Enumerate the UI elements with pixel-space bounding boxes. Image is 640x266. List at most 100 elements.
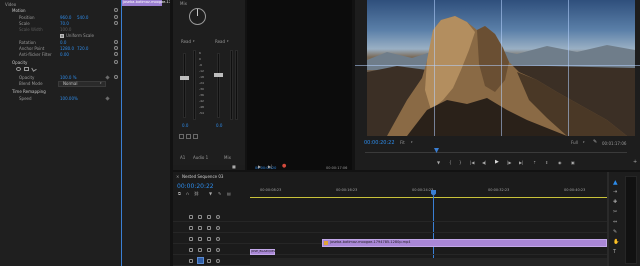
type-tool-icon[interactable]: T [613,250,616,255]
step-forward-icon[interactable]: |▶ [507,161,511,165]
lock-icon-v6[interactable] [189,215,193,219]
hand-tool-icon[interactable]: ✋ [613,240,619,245]
toggle-output-icon-v4[interactable] [207,237,211,241]
speed-value[interactable]: 100.00% [60,97,78,101]
motion-reset-icon[interactable] [114,8,118,12]
sequence-tab[interactable]: Nested Sequence 03 [182,175,223,179]
lift-icon[interactable]: ⇡ [533,161,536,165]
read-label-a[interactable]: Read [181,40,191,44]
time-remapping-label[interactable]: Time Remapping [12,90,46,94]
mask-rect-icon[interactable] [24,67,29,71]
position-x-value[interactable]: 960.0 [60,16,71,20]
anti-flicker-value[interactable]: 0.00 [60,53,69,57]
source-step-icon[interactable]: ▶| [268,165,272,169]
mark-in-icon[interactable]: { [449,161,452,165]
nest-toggle-icon[interactable]: ⧉ [178,192,181,196]
eye-icon-v3[interactable] [216,248,220,252]
ripple-edit-tool-icon[interactable]: ✚ [613,200,617,205]
speed-keyframe-icon[interactable] [105,96,110,101]
play-icon[interactable]: ▶ [495,160,499,165]
export-frame-icon[interactable]: ◉ [558,161,562,165]
add-button-icon[interactable]: + [633,160,637,165]
timeline-timecode[interactable]: 00:00:20:22 [177,184,214,190]
anchor-y-value[interactable]: 720.0 [77,47,88,51]
quality-value[interactable]: Full [571,141,578,145]
comparison-view-icon[interactable]: ▣ [571,161,575,165]
program-video-frame[interactable] [367,0,635,136]
mute-button-a[interactable] [179,134,184,139]
position-y-value[interactable]: 540.0 [77,16,88,20]
program-scrubber[interactable] [365,150,627,153]
add-marker-timeline-icon[interactable]: ▼ [209,192,212,196]
slip-tool-icon[interactable]: ⇔ [613,220,617,225]
fader-handle-b[interactable] [214,73,223,77]
opacity-label[interactable]: Opacity [12,61,27,65]
fader-track-a[interactable] [183,53,186,118]
db-value-b[interactable]: 0.0 [216,124,222,128]
solo-button-a[interactable] [186,134,191,139]
sync-icon-v3[interactable] [198,248,202,252]
selection-tool-icon[interactable]: ▲ [613,180,618,186]
scale-reset-icon[interactable] [114,21,118,25]
track-select-tool-icon[interactable]: ⇥ [613,190,617,195]
fader-track-b[interactable] [217,53,220,118]
lock-icon-v3[interactable] [189,248,193,252]
track-row-v5[interactable] [173,223,607,233]
scale-value[interactable]: 70.0 [60,22,69,26]
go-to-out-icon[interactable]: ▶| [519,161,523,165]
eye-icon-v5[interactable] [216,226,220,230]
opacity-value[interactable]: 100.0 % [60,76,77,80]
go-to-in-icon[interactable]: |◀ [470,161,474,165]
step-back-icon[interactable]: ◀| [482,161,486,165]
motion-label[interactable]: Motion [12,9,26,13]
fader-handle-a[interactable] [180,76,189,80]
lock-icon-v4[interactable] [189,237,193,241]
sync-icon-v5[interactable] [198,226,202,230]
opacity-reset-icon[interactable] [114,60,118,64]
toggle-output-icon-v6[interactable] [207,215,211,219]
rotation-reset-icon[interactable] [114,40,118,44]
sync-icon-v4[interactable] [198,237,202,241]
add-marker-icon[interactable]: ▼ [437,161,440,165]
source-stop-icon[interactable]: ■ [232,165,236,169]
record-button-a[interactable] [193,134,198,139]
source-play-controls[interactable] [247,160,352,165]
db-value-a[interactable]: 0.0 [182,124,188,128]
lock-icon-v2[interactable] [189,259,193,263]
program-timecode[interactable]: 00:00:20:22 [364,141,395,146]
wrench-icon[interactable]: ✎ [593,140,597,145]
anchor-x-value[interactable]: 1280.0 [60,47,74,51]
captions-icon[interactable]: ▤ [227,192,231,196]
toggle-output-icon-v2[interactable] [207,259,211,263]
position-reset-icon[interactable] [114,15,118,19]
eye-icon-v2[interactable] [216,259,220,263]
source-play-icon[interactable]: ▶ [258,165,261,169]
record-icon[interactable]: ● [282,164,286,169]
razor-tool-icon[interactable]: ✂ [613,210,617,215]
pen-tool-icon[interactable]: ✎ [613,230,617,235]
close-tab-icon[interactable]: × [176,175,179,179]
settings-wrench-icon[interactable]: ✎ [218,192,221,196]
source-patch-v1[interactable] [197,257,204,264]
anchor-reset-icon[interactable] [114,46,118,50]
toggle-output-icon-v3[interactable] [207,248,211,252]
extract-icon[interactable]: ⇞ [545,161,548,165]
toggle-output-icon-v5[interactable] [207,226,211,230]
mask-ellipse-icon[interactable] [16,67,21,71]
lock-icon-v5[interactable] [189,226,193,230]
uniform-scale-checkbox[interactable] [60,34,64,38]
mask-pen-icon[interactable] [31,66,37,72]
work-area-bar[interactable] [250,197,607,198]
linked-selection-icon[interactable]: ⛓ [194,192,199,196]
rotation-value[interactable]: 0.0 [60,41,66,45]
read-label-b[interactable]: Read [215,40,225,44]
track-row-v6[interactable] [173,212,607,222]
snap-icon[interactable]: ∩ [186,192,189,196]
sync-icon-v6[interactable] [198,215,202,219]
opacity-keyframe-icon[interactable] [105,75,110,80]
eye-icon-v4[interactable] [216,237,220,241]
eye-icon-v6[interactable] [216,215,220,219]
mark-out-icon[interactable]: } [459,161,462,165]
opacity-value-reset-icon[interactable] [114,75,118,79]
anti-flicker-reset-icon[interactable] [114,52,118,56]
